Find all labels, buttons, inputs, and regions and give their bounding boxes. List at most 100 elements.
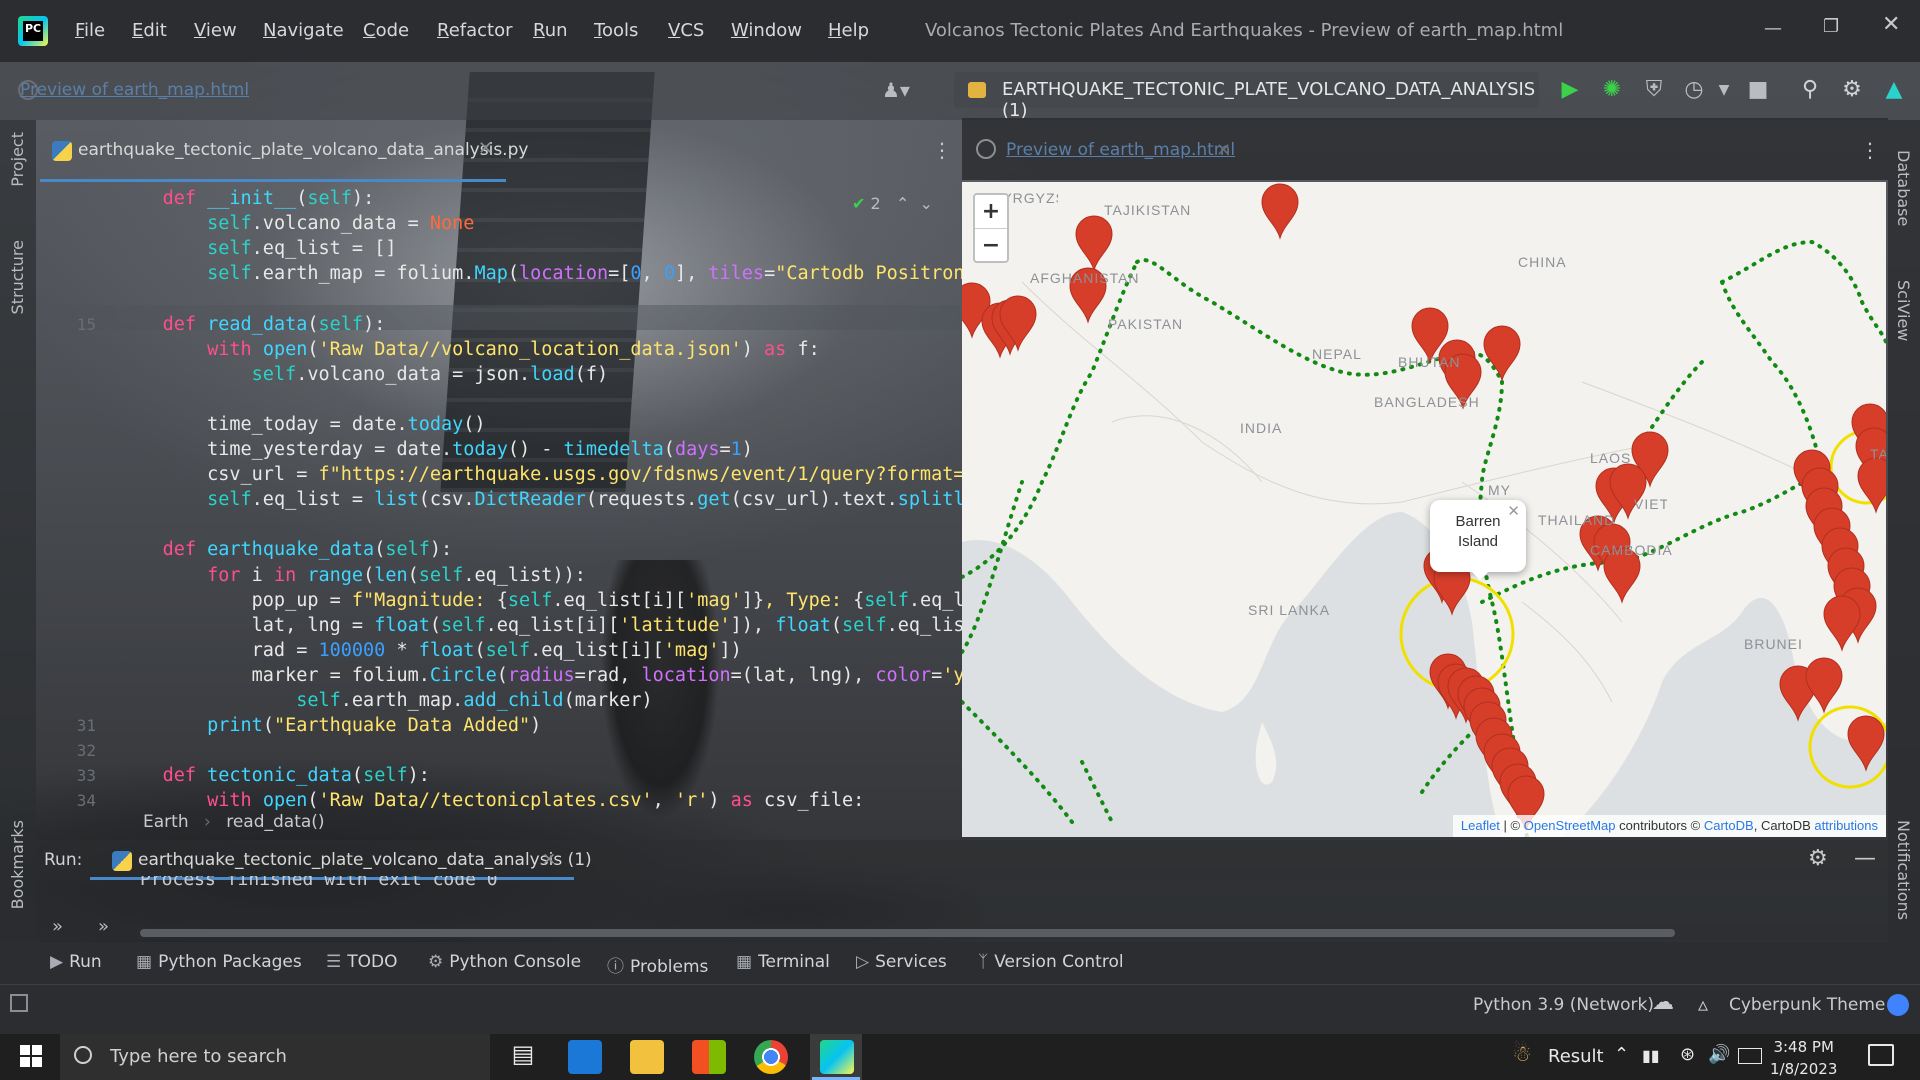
code-editor[interactable]: def __init__(self): self.volcano_data = … [36, 182, 976, 811]
coverage-icon[interactable]: ⛨ [1640, 76, 1668, 104]
zoom-in-button[interactable]: + [975, 195, 1007, 228]
code-line: def read_data(self): [162, 313, 386, 335]
preview-more-icon[interactable]: ⋮ [1860, 138, 1880, 162]
theme-icon: ▵ [1698, 992, 1709, 1016]
battery-icon[interactable]: ▮▮ [1642, 1046, 1660, 1065]
taskbar-clock[interactable]: 3:48 PM 1/8/2023 [1770, 1036, 1837, 1080]
stop-icon[interactable]: ■ [1744, 76, 1772, 104]
hide-panel-icon[interactable]: — [1854, 846, 1876, 871]
title-bar: PC Volcanos Tectonic Plates And Earthqua… [0, 0, 1920, 62]
menu-code[interactable]: Code [363, 20, 409, 41]
tool-window-version-control[interactable]: ᛉ Version Control [978, 952, 1124, 972]
taskbar-widget-label[interactable]: Result [1548, 1046, 1604, 1067]
bookmarks-tool-button[interactable]: Bookmarks [8, 820, 27, 909]
breadcrumb-class[interactable]: Earth [143, 812, 189, 832]
nav-breadcrumb[interactable]: Preview of earth_map.html [20, 80, 249, 100]
keyboard-icon[interactable] [1738, 1048, 1762, 1064]
tool-window-terminal[interactable]: ▦ Terminal [736, 952, 830, 972]
cloud-settings-icon[interactable]: ☁ [1652, 990, 1674, 1015]
chrome-icon[interactable] [754, 1040, 788, 1074]
profile-icon[interactable]: ◷ [1680, 76, 1708, 104]
run-output-text: Process finished with exit code 0 [140, 876, 498, 889]
jetbrains-icon[interactable]: ▲ [1880, 76, 1908, 104]
run-settings-gear-icon[interactable]: ⚙ [1808, 846, 1828, 871]
leaflet-link[interactable]: Leaflet [1461, 818, 1500, 833]
horizontal-scrollbar[interactable] [140, 929, 1675, 937]
line-number: 15 [76, 314, 96, 334]
menu-file[interactable]: File [75, 20, 105, 41]
tray-chevron-icon[interactable]: ⌃ [1614, 1044, 1629, 1065]
close-icon[interactable]: ✕ [1882, 12, 1900, 37]
tab-close-icon[interactable]: ✕ [478, 138, 493, 159]
inspection-widget[interactable]: ✔ 2 ⌃ ⌄ [852, 194, 933, 213]
sciview-tool-button[interactable]: SciView [1894, 280, 1913, 341]
menu-navigate[interactable]: Navigate [263, 20, 344, 41]
volume-icon[interactable]: 🔊 [1708, 1044, 1730, 1065]
pycharm-logo-icon[interactable]: PC [18, 16, 48, 46]
theme-selector[interactable]: Cyberpunk Theme [1729, 995, 1885, 1015]
windows-start-icon[interactable] [20, 1045, 42, 1067]
tool-window-run[interactable]: ▶ Run [50, 952, 102, 972]
prev-chevron-icon[interactable]: ⌃ [896, 194, 909, 213]
attributions-link[interactable]: attributions [1814, 818, 1878, 833]
file-explorer-icon[interactable] [630, 1040, 664, 1074]
preview-tab[interactable]: Preview of earth_map.html [1006, 140, 1235, 160]
tab-close-icon[interactable]: ✕ [542, 850, 556, 870]
tool-window-problems[interactable]: ⓘ Problems [607, 952, 708, 977]
line-number: 33 [76, 766, 96, 786]
map-label-pakistan: PAKISTAN [1108, 316, 1184, 332]
database-tool-button[interactable]: Database [1894, 150, 1913, 226]
mail-icon[interactable] [568, 1040, 602, 1074]
store-icon[interactable] [692, 1040, 726, 1074]
layout-icon[interactable] [10, 994, 28, 1012]
editor-tab[interactable]: earthquake_tectonic_plate_volcano_data_a… [78, 140, 528, 160]
run-icon[interactable]: ▶ [1556, 76, 1584, 104]
leaflet-map[interactable]: KYRGYZSTANTAJIKISTANCHINAAFGHANISTANPAKI… [962, 182, 1886, 837]
tool-window-python-console[interactable]: ⚙ Python Console [428, 952, 581, 972]
menu-help[interactable]: Help [828, 20, 869, 41]
zoom-out-button[interactable]: − [975, 228, 1007, 261]
problems-icon: ⓘ [607, 957, 624, 977]
tab-close-icon[interactable]: ✕ [1216, 140, 1231, 161]
editor-more-icon[interactable]: ⋮ [932, 138, 952, 162]
project-tool-button[interactable]: Project [8, 132, 27, 187]
menu-vcs[interactable]: VCS [668, 20, 704, 41]
menu-view[interactable]: View [194, 20, 237, 41]
more-run-chevron-icon[interactable]: ▼ [1710, 76, 1738, 104]
menu-tools[interactable]: Tools [594, 20, 638, 41]
minimize-icon[interactable]: — [1764, 18, 1782, 39]
structure-tool-button[interactable]: Structure [8, 240, 27, 314]
carto-link[interactable]: CartoDB [1704, 818, 1754, 833]
next-chevron-icon[interactable]: ⌄ [920, 194, 933, 213]
notification-center-icon[interactable] [1868, 1044, 1894, 1066]
tool-window-python-packages[interactable]: ▦ Python Packages [136, 952, 302, 972]
osm-link[interactable]: OpenStreetMap [1524, 818, 1616, 833]
menu-run[interactable]: Run [533, 20, 568, 41]
expand-chevron-icon[interactable]: » [52, 916, 63, 937]
task-view-icon[interactable]: ▤ [506, 1040, 540, 1074]
code-line: print("Earthquake Data Added") [207, 715, 542, 737]
menu-refactor[interactable]: Refactor [437, 20, 513, 41]
restore-icon[interactable]: ❐ [1823, 16, 1839, 37]
tool-window-label: Python Console [449, 952, 582, 972]
inspection-count: 2 [870, 194, 881, 213]
breadcrumb-method[interactable]: read_data() [226, 812, 324, 832]
expand-chevron-icon[interactable]: » [98, 916, 109, 937]
search-icon[interactable]: ⚲ [1796, 76, 1824, 104]
tool-window-services[interactable]: ▷ Services [856, 952, 947, 972]
user-icon[interactable]: ♟▾ [882, 78, 910, 102]
debug-icon[interactable]: ✺ [1598, 76, 1626, 104]
menu-edit[interactable]: Edit [132, 20, 167, 41]
settings-gear-icon[interactable]: ⚙ [1838, 76, 1866, 104]
update-indicator-icon[interactable] [1887, 994, 1909, 1016]
map-label-vietnam: VIETNAM [1634, 496, 1667, 512]
tool-window-todo[interactable]: ☰ TODO [326, 952, 398, 972]
popup-close-icon[interactable]: ✕ [1507, 502, 1520, 522]
interpreter-selector[interactable]: Python 3.9 (Network) [1473, 995, 1654, 1015]
notifications-tool-button[interactable]: Notifications [1894, 820, 1913, 920]
taskbar-search-box[interactable]: Type here to search [60, 1034, 490, 1080]
menu-window[interactable]: Window [731, 20, 802, 41]
wifi-icon[interactable]: ⊛ [1680, 1044, 1695, 1065]
run-tab[interactable]: earthquake_tectonic_plate_volcano_data_a… [138, 850, 592, 870]
run-config-selector[interactable]: EARTHQUAKE_TECTONIC_PLATE_VOLCANO_DATA_A… [954, 72, 1539, 121]
